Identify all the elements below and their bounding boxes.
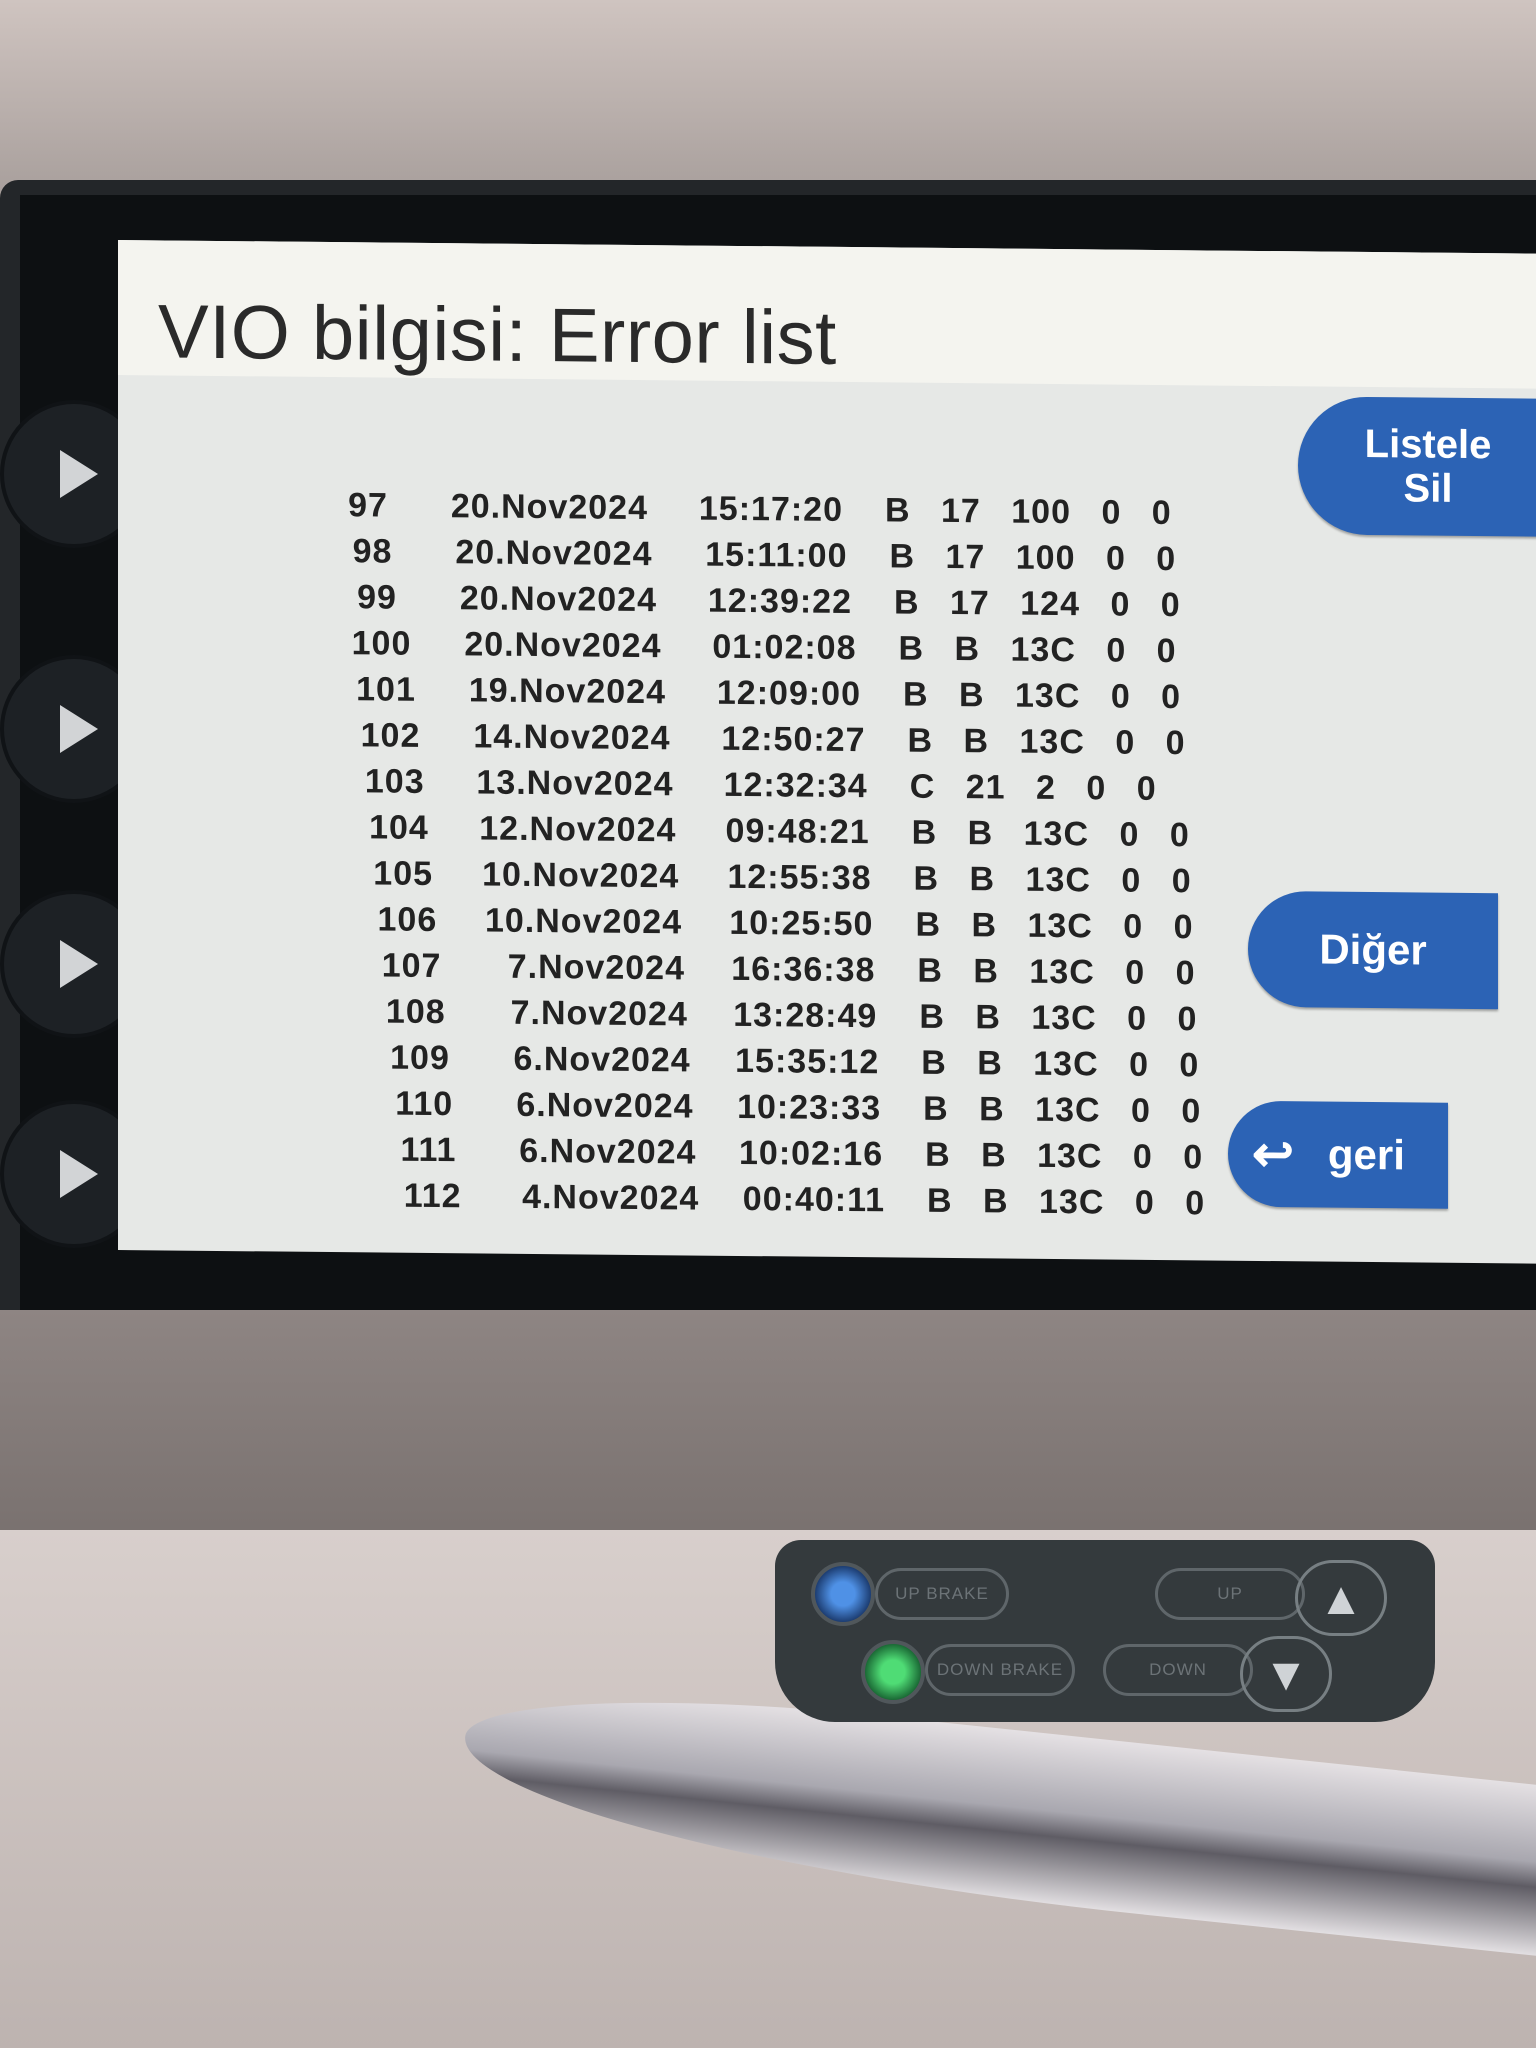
error-date: 6.Nov2024 [519, 1131, 697, 1172]
error-date: 7.Nov2024 [507, 947, 685, 988]
error-number: 98 [352, 532, 393, 571]
error-date: 6.Nov2024 [516, 1085, 694, 1126]
error-row: 112 4.Nov2024 00:40:11 B B 13C 0 0 [376, 1172, 1309, 1227]
error-date: 20.Nov2024 [455, 533, 653, 574]
error-number: 97 [348, 486, 388, 525]
control-panel: UP BRAKE DOWN BRAKE UP ▲ DOWN ▼ [775, 1540, 1435, 1722]
error-codes: B 17 124 0 0 [894, 583, 1181, 625]
error-time: 00:40:11 [742, 1179, 886, 1220]
error-number: 109 [390, 1038, 450, 1078]
error-number: 100 [351, 624, 412, 663]
error-number: 107 [381, 946, 442, 986]
up-arrow-icon: ▲ [1318, 1572, 1364, 1624]
error-time: 09:48:21 [725, 811, 870, 852]
title-bar: VIO bilgisi: Error list [118, 240, 1536, 389]
error-codes: B B 13C 0 0 [919, 997, 1198, 1039]
play-arrow-icon [60, 705, 98, 753]
up-label: UP [1155, 1568, 1305, 1620]
error-number: 102 [360, 716, 421, 755]
error-time: 13:28:49 [733, 995, 878, 1036]
play-arrow-icon [60, 940, 98, 988]
error-codes: B B 13C 0 0 [921, 1043, 1200, 1085]
error-codes: B B 13C 0 0 [917, 951, 1196, 993]
error-list: 97 20.Nov2024 15:17:20 B 17 100 0 0 98 20.Nov… [308, 482, 1308, 1228]
error-codes: B B 13C 0 0 [915, 905, 1194, 947]
down-button[interactable]: ▼ [1240, 1636, 1332, 1712]
return-arrow-icon: ↩ [1252, 1125, 1294, 1183]
error-time: 15:17:20 [698, 489, 843, 529]
device-top-housing [0, 0, 1536, 200]
error-time: 15:11:00 [705, 535, 848, 576]
error-number: 104 [369, 808, 429, 847]
error-date: 13.Nov2024 [476, 763, 674, 804]
error-time: 10:23:33 [737, 1087, 882, 1128]
list-delete-button[interactable]: Listele Sil [1298, 396, 1536, 537]
error-time: 16:36:38 [731, 949, 876, 990]
error-date: 10.Nov2024 [482, 855, 680, 896]
error-date: 20.Nov2024 [459, 579, 657, 620]
error-number: 105 [373, 854, 434, 894]
up-brake-led[interactable] [811, 1562, 875, 1626]
error-codes: C 21 2 0 0 [909, 767, 1157, 808]
device-lower-housing [0, 1310, 1536, 1550]
error-time: 15:35:12 [735, 1041, 880, 1082]
error-number: 112 [403, 1176, 462, 1216]
error-number: 99 [357, 578, 397, 617]
list-button-label: Listele [1364, 421, 1492, 468]
error-time: 12:32:34 [723, 765, 868, 806]
error-time: 12:39:22 [707, 581, 852, 622]
up-brake-label: UP BRAKE [875, 1568, 1009, 1620]
error-time: 10:25:50 [729, 903, 874, 944]
error-number: 106 [377, 900, 438, 940]
error-time: 12:09:00 [716, 673, 861, 714]
back-button[interactable]: ↩ geri [1228, 1100, 1448, 1209]
error-codes: B B 13C 0 0 [911, 813, 1190, 855]
error-time: 12:55:38 [727, 857, 872, 898]
error-time: 10:02:16 [739, 1133, 884, 1174]
error-codes: B 17 100 0 0 [889, 537, 1177, 579]
other-button[interactable]: Diğer [1248, 890, 1498, 1010]
error-codes: B B 13C 0 0 [913, 859, 1192, 901]
down-brake-label: DOWN BRAKE [925, 1644, 1075, 1696]
error-codes: B 17 100 0 0 [885, 491, 1172, 533]
error-number: 110 [395, 1084, 454, 1124]
error-number: 103 [364, 762, 425, 801]
page-title: VIO bilgisi: Error list [158, 289, 837, 381]
down-label: DOWN [1103, 1644, 1253, 1696]
error-codes: B B 13C 0 0 [907, 721, 1186, 763]
display-screen: VIO bilgisi: Error list 97 20.Nov2024 15:1… [118, 240, 1536, 1264]
error-date: 20.Nov2024 [464, 625, 662, 666]
error-date: 7.Nov2024 [510, 993, 688, 1034]
error-date: 14.Nov2024 [473, 717, 671, 758]
other-button-label: Diğer [1319, 925, 1427, 974]
back-button-label: geri [1327, 1130, 1405, 1179]
error-time: 12:50:27 [721, 719, 866, 760]
delete-button-label: Sil [1403, 466, 1453, 511]
error-date: 4.Nov2024 [522, 1177, 700, 1218]
error-number: 108 [385, 992, 446, 1032]
down-arrow-icon: ▼ [1263, 1648, 1309, 1700]
error-date: 19.Nov2024 [468, 671, 666, 712]
down-brake-led[interactable] [861, 1640, 925, 1704]
error-number: 111 [400, 1130, 457, 1170]
play-arrow-icon [60, 1150, 98, 1198]
play-arrow-icon [60, 450, 98, 498]
error-date: 20.Nov2024 [450, 487, 648, 528]
error-date: 10.Nov2024 [484, 901, 683, 942]
error-date: 6.Nov2024 [513, 1039, 691, 1080]
error-codes: B B 13C 0 0 [898, 629, 1177, 671]
error-number: 101 [356, 670, 416, 709]
up-button[interactable]: ▲ [1295, 1560, 1387, 1636]
error-time: 01:02:08 [712, 627, 857, 668]
error-codes: B B 13C 0 0 [903, 675, 1182, 717]
error-date: 12.Nov2024 [479, 809, 677, 850]
